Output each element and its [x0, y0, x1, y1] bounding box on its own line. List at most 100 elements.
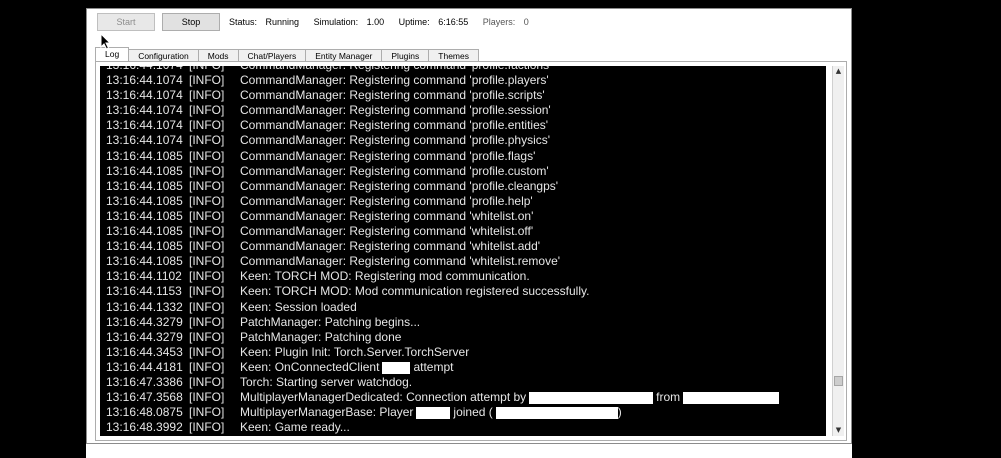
log-level: [INFO]: [189, 88, 225, 103]
log-timestamp: 13:16:44.1074: [106, 88, 183, 103]
log-scrollbar[interactable]: ▲ ▼: [832, 66, 844, 436]
log-message: Keen: OnConnectedClient attempt: [240, 359, 454, 374]
log-row: 13:16:44.1085 [INFO] CommandManager: Regis…: [100, 149, 826, 164]
players-text: Players: 0: [482, 17, 529, 27]
log-message: CommandManager: Registering command 'whi…: [240, 239, 541, 254]
log-level: [INFO]: [189, 359, 225, 374]
log-message: CommandManager: Registering command 'pro…: [240, 103, 551, 118]
log-message: PatchManager: Patching begins...: [240, 314, 421, 329]
log-timestamp: 13:16:44.4181: [106, 359, 183, 374]
log-row: 13:16:44.1085 [INFO] CommandManager: Regis…: [100, 224, 826, 239]
mouse-pointer-icon: [100, 33, 112, 50]
log-timestamp: 13:16:48.0875: [106, 405, 183, 420]
log-level: [INFO]: [189, 269, 225, 284]
log-row: 13:16:44.1085 [INFO] CommandManager: Regis…: [100, 239, 826, 254]
log-message: CommandManager: Registering command 'whi…: [240, 224, 534, 239]
log-timestamp: 13:16:44.1074: [106, 103, 183, 118]
log-message: PatchManager: Patching done: [240, 329, 402, 344]
status-bar: Status: Running Simulation: 1.00 Uptime:…: [229, 17, 541, 27]
log-row: 13:16:44.1074 [INFO] CommandManager: Regis…: [100, 73, 826, 88]
log-message: MultiplayerManagerDedicated: Connection …: [240, 390, 780, 405]
log-level: [INFO]: [189, 284, 225, 299]
log-level: [INFO]: [189, 239, 225, 254]
log-timestamp: 13:16:44.3453: [106, 344, 183, 359]
log-row: 13:16:44.1074 [INFO] CommandManager: Regis…: [100, 66, 826, 73]
log-row: 13:16:44.1332 [INFO] Keen: Session loaded: [100, 300, 826, 315]
log-level: [INFO]: [189, 344, 225, 359]
redacted-block: [683, 391, 780, 404]
log-message: CommandManager: Registering command 'whi…: [240, 254, 561, 269]
log-level: [INFO]: [189, 299, 225, 314]
log-row: 13:16:44.4181 [INFO] Keen: OnConnectedClie…: [100, 360, 826, 375]
log-message: Torch: Starting server watchdog.: [240, 374, 413, 389]
log-message: CommandManager: Registering command 'whi…: [240, 208, 534, 223]
log-row: 13:16:44.3453 [INFO] Keen: Plugin Init: To…: [100, 345, 826, 360]
log-level: [INFO]: [189, 208, 225, 223]
log-row: 13:16:44.1074 [INFO] CommandManager: Regis…: [100, 88, 826, 103]
uptime-text: Uptime: 6:16:55: [398, 17, 469, 27]
log-row: 13:16:44.3279 [INFO] PatchManager: Patchin…: [100, 315, 826, 330]
log-message: CommandManager: Registering command 'pro…: [240, 118, 549, 133]
log-timestamp: 13:16:44.1085: [106, 193, 183, 208]
log-output[interactable]: 13:16:44.1074 [INFO] CommandManager: Regis…: [100, 66, 826, 436]
simulation-text: Simulation: 1.00: [313, 17, 385, 27]
background-window-strip: [86, 444, 852, 458]
log-timestamp: 13:16:44.3279: [106, 314, 183, 329]
log-row: 13:16:44.1085 [INFO] CommandManager: Regis…: [100, 179, 826, 194]
log-timestamp: 13:16:44.1074: [106, 133, 183, 148]
log-row: 13:16:44.3279 [INFO] PatchManager: Patchin…: [100, 330, 826, 345]
log-row: 13:16:44.1085 [INFO] CommandManager: Regis…: [100, 164, 826, 179]
log-message: CommandManager: Registering command 'pro…: [240, 73, 549, 88]
tab-bar: Log Configuration Mods Chat/Players Entity M…: [95, 45, 479, 64]
log-message: Keen: Game ready...: [240, 420, 350, 435]
log-row: 13:16:44.1102 [INFO] Keen: TORCH MOD: Regi…: [100, 269, 826, 284]
log-level: [INFO]: [189, 133, 225, 148]
log-message: Keen: TORCH MOD: Registering mod communi…: [240, 269, 530, 284]
log-message: MultiplayerManagerBase: Player joined (): [240, 405, 622, 420]
log-level: [INFO]: [189, 148, 225, 163]
log-row: 13:16:48.0875 [INFO] MultiplayerManagerBas…: [100, 405, 826, 420]
log-message: CommandManager: Registering command 'pro…: [240, 66, 551, 73]
stop-button[interactable]: Stop: [162, 13, 220, 31]
log-timestamp: 13:16:44.1074: [106, 66, 183, 73]
redacted-block: [382, 361, 411, 374]
log-level: [INFO]: [189, 224, 225, 239]
log-message: CommandManager: Registering command 'pro…: [240, 193, 533, 208]
log-timestamp: 13:16:44.1085: [106, 148, 183, 163]
log-message: CommandManager: Registering command 'pro…: [240, 133, 551, 148]
log-row: 13:16:44.1074 [INFO] CommandManager: Regis…: [100, 118, 826, 133]
log-row: 13:16:44.1085 [INFO] CommandManager: Regis…: [100, 209, 826, 224]
log-row: 13:16:44.1153 [INFO] Keen: TORCH MOD: Mod …: [100, 284, 826, 299]
log-timestamp: 13:16:44.1085: [106, 224, 183, 239]
log-timestamp: 13:16:44.1085: [106, 254, 183, 269]
log-timestamp: 13:16:47.3568: [106, 390, 183, 405]
log-row: 13:16:47.3568 [INFO] MultiplayerManagerDed…: [100, 390, 826, 405]
log-timestamp: 13:16:47.3386: [106, 374, 183, 389]
log-level: [INFO]: [189, 329, 225, 344]
scroll-down-arrow-icon[interactable]: ▼: [833, 425, 844, 436]
log-timestamp: 13:16:48.3992: [106, 420, 183, 435]
log-timestamp: 13:16:44.3279: [106, 329, 183, 344]
log-timestamp: 13:16:44.1085: [106, 239, 183, 254]
log-level: [INFO]: [189, 390, 225, 405]
log-panel: 13:16:44.1074 [INFO] CommandManager: Regis…: [95, 61, 847, 441]
log-timestamp: 13:16:44.1085: [106, 208, 183, 223]
log-message: CommandManager: Registering command 'pro…: [240, 163, 549, 178]
log-timestamp: 13:16:44.1102: [106, 269, 182, 284]
redacted-block: [495, 406, 618, 419]
redacted-block: [416, 406, 451, 419]
log-level: [INFO]: [189, 163, 225, 178]
log-level: [INFO]: [189, 405, 225, 420]
log-message: CommandManager: Registering command 'pro…: [240, 148, 536, 163]
log-timestamp: 13:16:44.1153: [106, 284, 182, 299]
log-timestamp: 13:16:44.1074: [106, 73, 183, 88]
log-row: 13:16:47.3386 [INFO] Torch: Starting serve…: [100, 375, 826, 390]
scroll-up-arrow-icon[interactable]: ▲: [833, 66, 844, 77]
log-timestamp: 13:16:44.1085: [106, 163, 183, 178]
log-level: [INFO]: [189, 118, 225, 133]
log-message: CommandManager: Registering command 'pro…: [240, 88, 545, 103]
redacted-block: [529, 391, 654, 404]
start-button[interactable]: Start: [97, 13, 155, 31]
log-level: [INFO]: [189, 178, 225, 193]
scrollbar-thumb[interactable]: [834, 376, 843, 386]
